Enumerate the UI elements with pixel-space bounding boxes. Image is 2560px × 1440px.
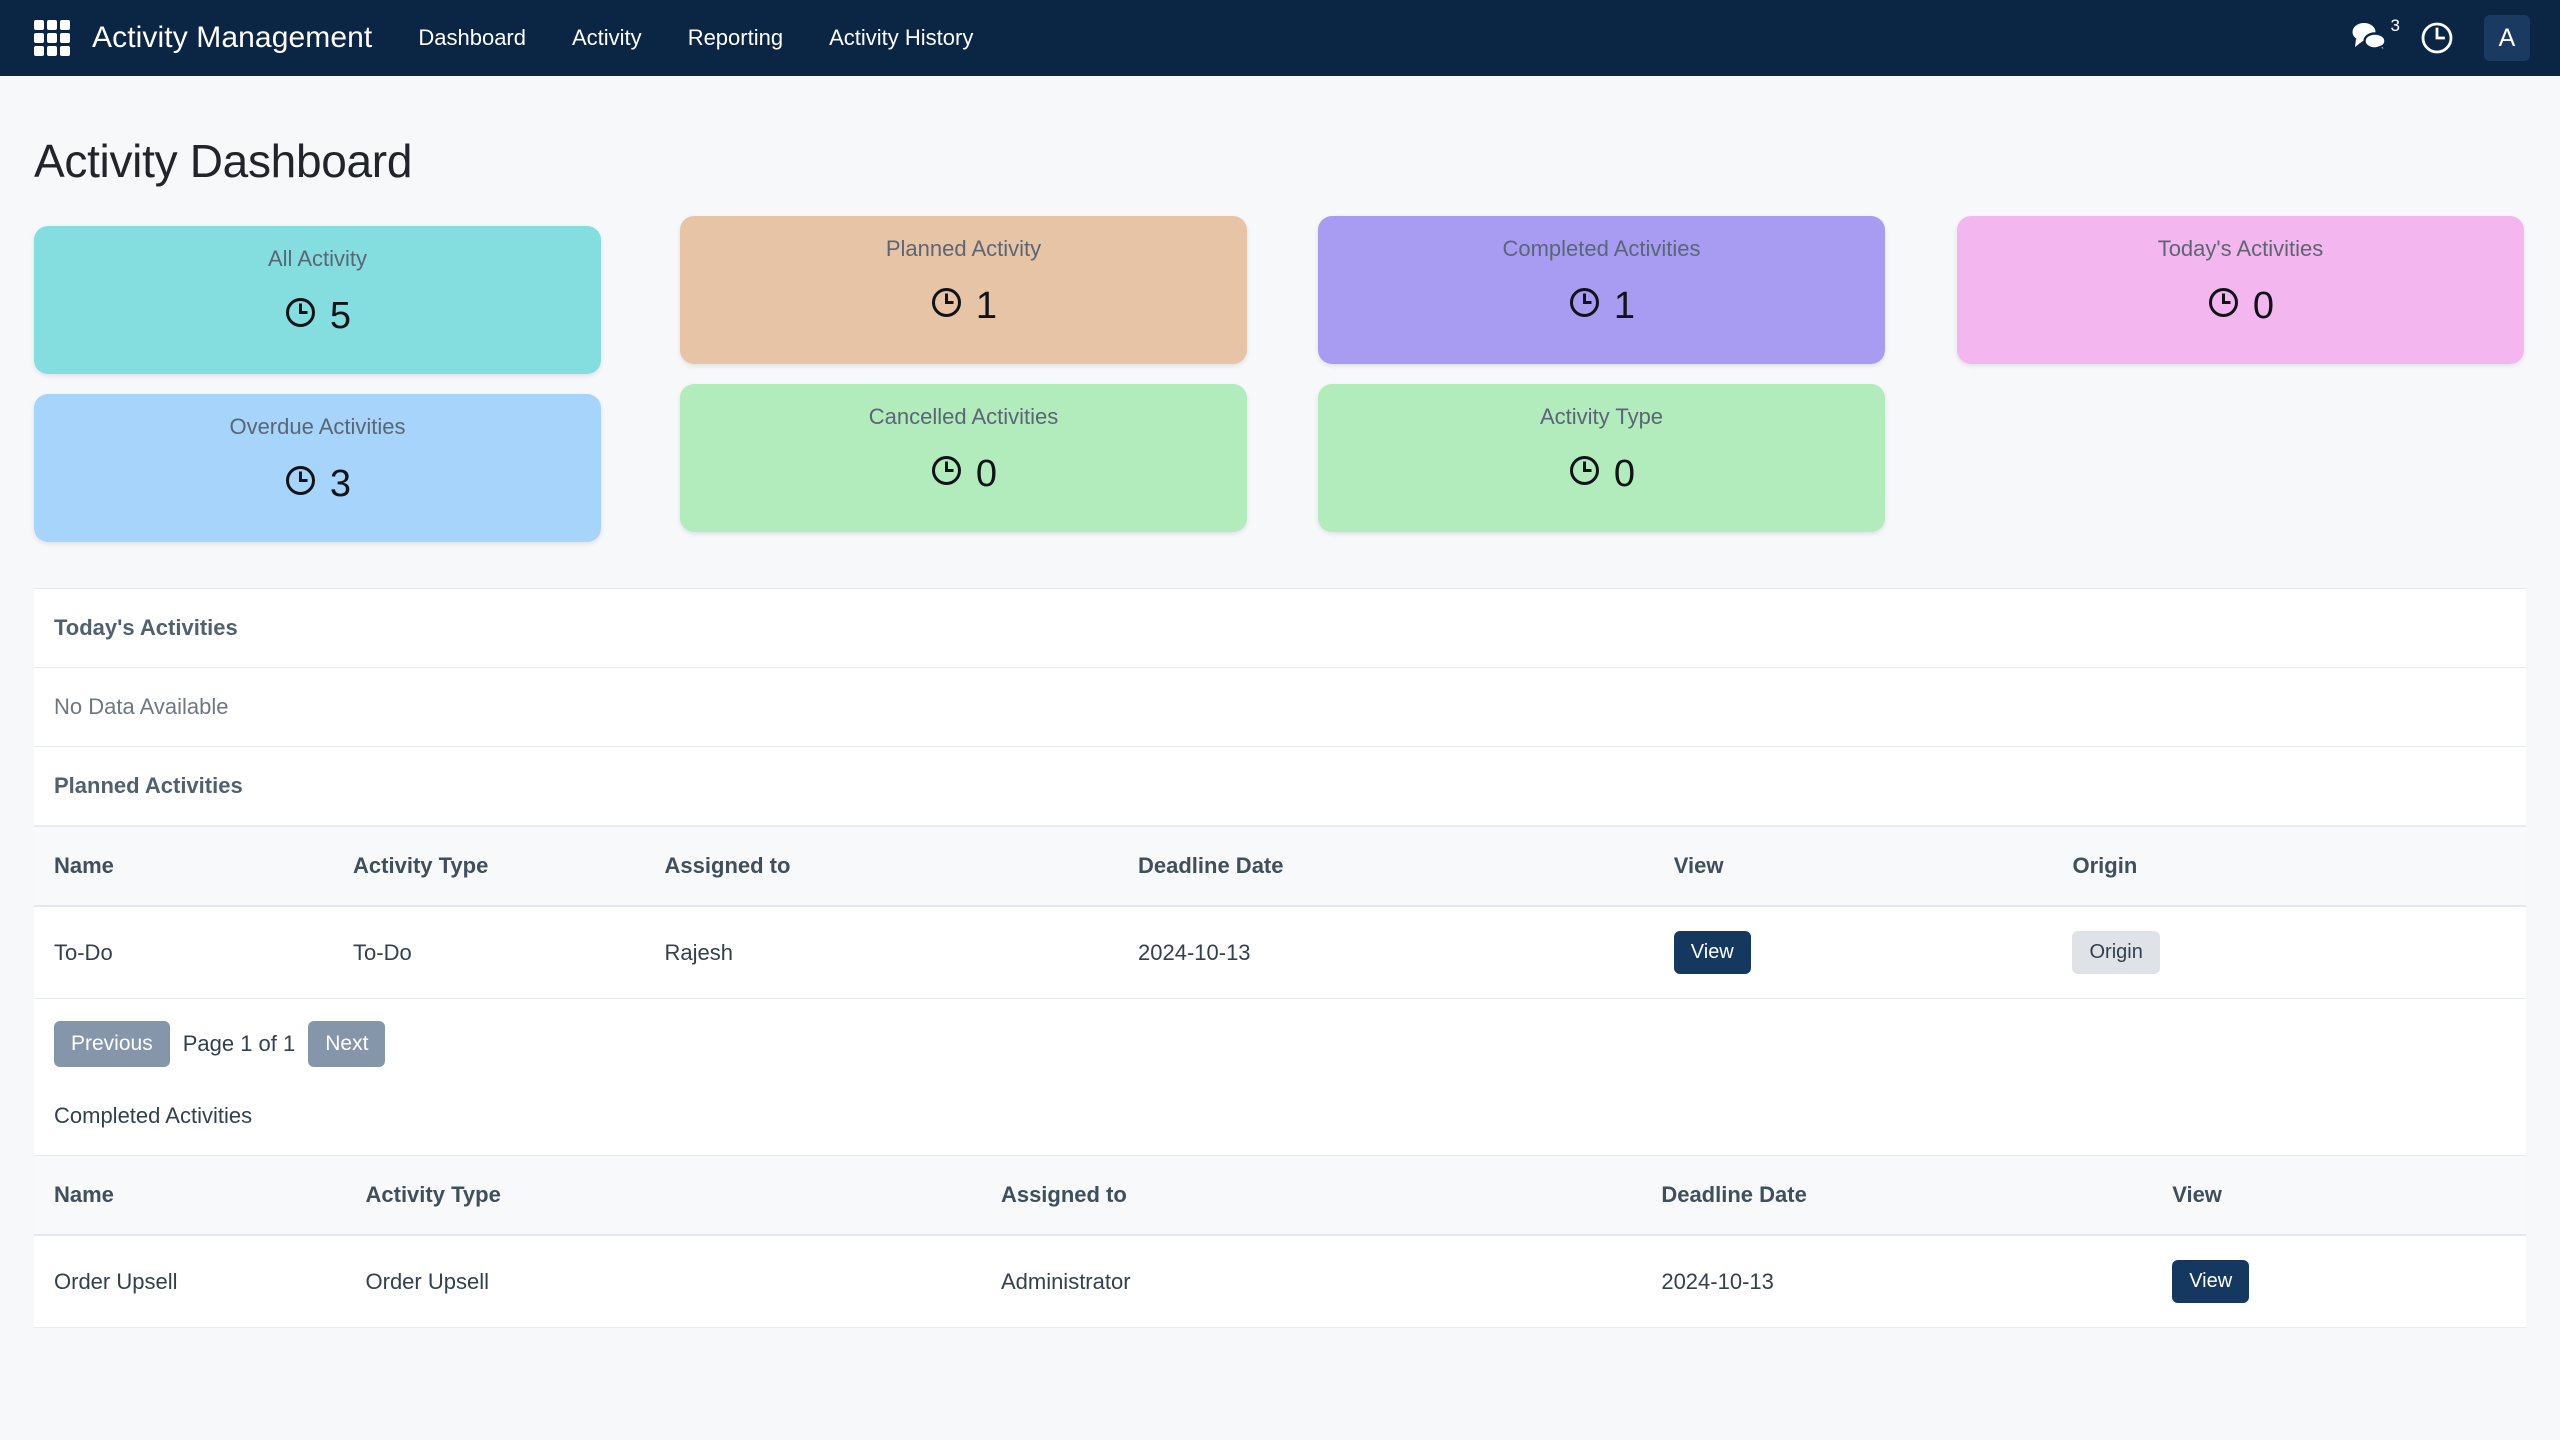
cell-assigned-to: Administrator [980, 1235, 1642, 1328]
column-header-deadline-date: Deadline Date [1118, 826, 1654, 907]
stat-cards-grid: All Activity 5 Overdue Activities 3 Plan… [0, 216, 2560, 556]
column-header-assigned-to: Assigned to [644, 826, 1118, 907]
view-button[interactable]: View [1673, 931, 1751, 974]
stat-card-overdue-activities[interactable]: Overdue Activities 3 [34, 394, 601, 542]
cell-name: To-Do [34, 906, 334, 999]
stat-card-label: Planned Activity [885, 236, 1042, 261]
stat-card-label: Today's Activities [2157, 236, 2324, 261]
table-row: To-Do To-Do Rajesh 2024-10-13 View Origi… [34, 906, 2526, 999]
stat-card-label: Activity Type [1539, 404, 1664, 429]
section-heading-completed-activities: Completed Activities [54, 1103, 253, 1128]
cell-view: View [1653, 906, 2053, 999]
cell-activity-type: Order Upsell [345, 1235, 981, 1328]
nav-link-reporting[interactable]: Reporting [688, 25, 783, 51]
clock-icon [2207, 286, 2240, 326]
clock-icon [284, 464, 317, 504]
column-header-deadline-date: Deadline Date [1641, 1155, 2153, 1236]
column-header-origin: Origin [2052, 826, 2526, 907]
table-header-row: Name Activity Type Assigned to Deadline … [34, 826, 2526, 907]
stat-card-label: Cancelled Activities [868, 404, 1059, 429]
top-navbar: Activity Management Dashboard Activity R… [0, 0, 2560, 76]
navbar-actions: 3 A [2350, 0, 2530, 76]
stat-card-value: 0 [975, 453, 998, 496]
completed-activities-table: Name Activity Type Assigned to Deadline … [34, 1155, 2526, 1328]
stat-card-todays-activities[interactable]: Today's Activities 0 [1957, 216, 2524, 364]
section-heading-todays-activities: Today's Activities [34, 589, 2526, 668]
nav-link-activity[interactable]: Activity [572, 25, 642, 51]
todays-activities-empty-message: No Data Available [34, 668, 2526, 747]
planned-activities-table: Name Activity Type Assigned to Deadline … [34, 826, 2526, 999]
clock-icon [1568, 454, 1601, 494]
column-header-name: Name [34, 826, 334, 907]
stat-card-value: 1 [1613, 285, 1636, 328]
stat-card-value: 1 [975, 285, 998, 328]
stat-card-value-row: 0 [1328, 454, 1875, 494]
planned-activities-pagination: Previous Page 1 of 1 Next [34, 999, 2526, 1077]
nav-link-activity-history[interactable]: Activity History [829, 25, 973, 51]
stat-card-label: Completed Activities [1502, 236, 1701, 261]
stat-card-value-row: 5 [44, 296, 591, 336]
stat-card-cancelled-activities[interactable]: Cancelled Activities 0 [680, 384, 1247, 532]
stat-card-column-2: Planned Activity 1 Cancelled Activities [680, 216, 1247, 552]
clock-icon [284, 296, 317, 336]
section-heading-planned-activities: Planned Activities [34, 747, 2526, 826]
stat-card-value: 0 [2252, 285, 2275, 328]
nav-link-dashboard[interactable]: Dashboard [418, 25, 526, 51]
page-indicator: Page 1 of 1 [182, 1031, 296, 1056]
cell-name: Order Upsell [34, 1235, 346, 1328]
stat-card-column-1: All Activity 5 Overdue Activities 3 [34, 226, 601, 562]
stat-card-column-3: Completed Activities 1 Activity Type 0 [1318, 216, 1885, 552]
brand-title[interactable]: Activity Management [92, 21, 372, 55]
previous-page-button[interactable]: Previous [54, 1021, 170, 1067]
stat-card-label: All Activity [267, 246, 368, 271]
stat-card-value-row: 3 [44, 464, 591, 504]
clock-icon [1568, 286, 1601, 326]
stat-card-planned-activity[interactable]: Planned Activity 1 [680, 216, 1247, 364]
stat-card-column-4: Today's Activities 0 [1957, 216, 2524, 384]
column-header-assigned-to: Assigned to [980, 1155, 1642, 1236]
activities-panel: Today's Activities No Data Available Pla… [34, 588, 2526, 1328]
page-title: Activity Dashboard [34, 135, 413, 187]
chat-bubbles-icon[interactable]: 3 [2350, 17, 2400, 57]
clock-icon [930, 286, 963, 326]
table-header-row: Name Activity Type Assigned to Deadline … [34, 1155, 2526, 1236]
cell-activity-type: To-Do [333, 906, 645, 999]
stat-card-value-row: 0 [690, 454, 1237, 494]
stat-card-label: Overdue Activities [229, 414, 406, 439]
view-button[interactable]: View [2172, 1260, 2250, 1303]
column-header-activity-type: Activity Type [333, 826, 645, 907]
cell-origin: Origin [2052, 906, 2526, 999]
stat-card-value: 0 [1613, 453, 1636, 496]
next-page-button[interactable]: Next [308, 1021, 386, 1067]
cell-deadline-date: 2024-10-13 [1118, 906, 1654, 999]
nav-links: Dashboard Activity Reporting Activity Hi… [418, 25, 973, 51]
cell-deadline-date: 2024-10-13 [1641, 1235, 2153, 1328]
stat-card-value-row: 0 [1967, 286, 2514, 326]
cell-assigned-to: Rajesh [644, 906, 1118, 999]
clock-icon [930, 454, 963, 494]
stat-card-completed-activities[interactable]: Completed Activities 1 [1318, 216, 1885, 364]
stat-card-value: 5 [329, 295, 352, 338]
column-header-view: View [2152, 1155, 2526, 1236]
origin-button[interactable]: Origin [2072, 931, 2160, 974]
stat-card-value-row: 1 [690, 286, 1237, 326]
stat-card-value: 3 [329, 463, 352, 506]
chat-badge-count: 3 [2390, 16, 2400, 35]
column-header-name: Name [34, 1155, 346, 1236]
stat-card-activity-type[interactable]: Activity Type 0 [1318, 384, 1885, 532]
stat-card-value-row: 1 [1328, 286, 1875, 326]
grid-apps-icon[interactable] [34, 20, 70, 56]
avatar[interactable]: A [2484, 15, 2530, 61]
clock-icon[interactable] [2420, 21, 2454, 55]
table-row: Order Upsell Order Upsell Administrator … [34, 1235, 2526, 1328]
column-header-activity-type: Activity Type [345, 1155, 981, 1236]
stat-card-all-activity[interactable]: All Activity 5 [34, 226, 601, 374]
cell-view: View [2152, 1235, 2526, 1328]
column-header-view: View [1653, 826, 2053, 907]
